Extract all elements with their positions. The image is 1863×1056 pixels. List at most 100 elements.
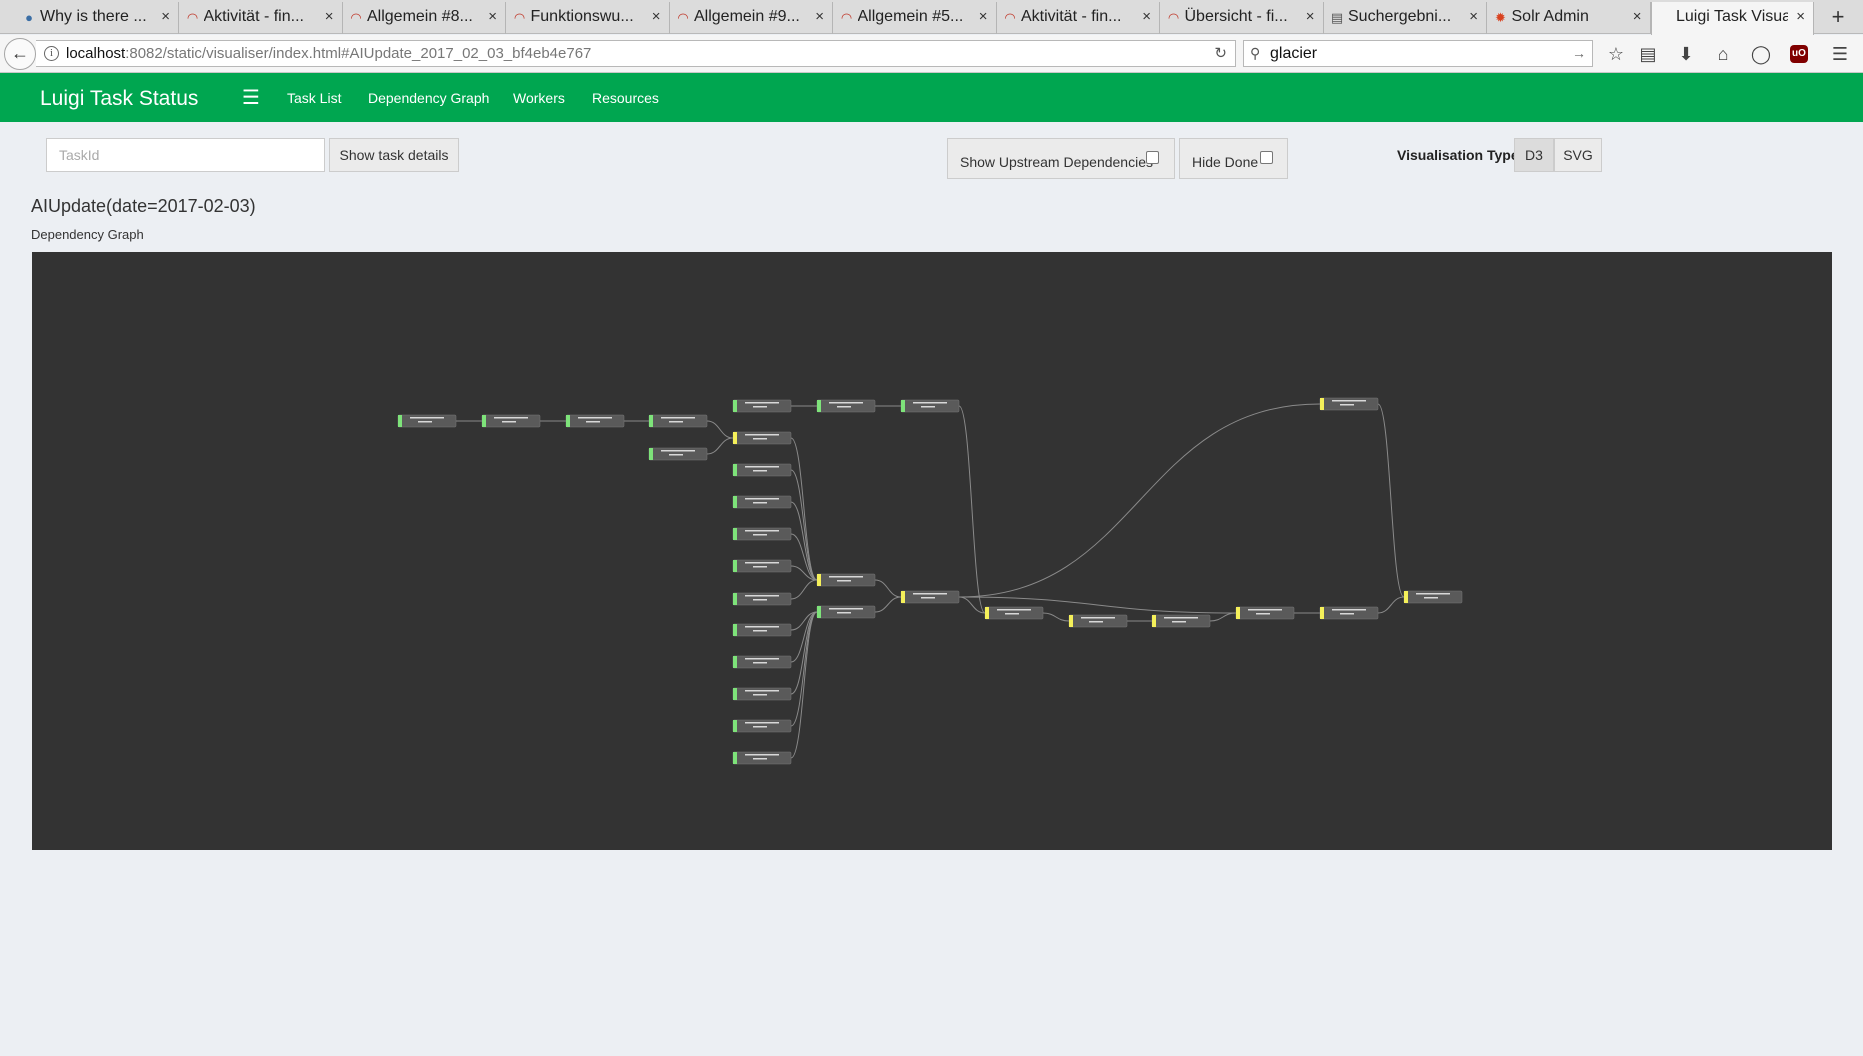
graph-node[interactable]: [984, 606, 1044, 620]
back-button[interactable]: ←: [4, 38, 36, 70]
graph-edge: [958, 403, 1321, 598]
browser-tab[interactable]: ◠ Allgemein #8... ×: [343, 2, 506, 34]
browser-tab[interactable]: Luigi Task Visua... ×: [1651, 2, 1814, 35]
bookmark-star-icon[interactable]: ☆: [1604, 42, 1628, 66]
graph-node[interactable]: [1319, 606, 1379, 620]
browser-tab[interactable]: ◠ Allgemein #9... ×: [670, 2, 833, 34]
graph-node[interactable]: [732, 463, 792, 477]
vis-svg-button[interactable]: SVG: [1554, 138, 1602, 172]
graph-node[interactable]: [481, 414, 541, 428]
atlassian-icon: ◠: [840, 10, 853, 25]
close-tab-icon[interactable]: ×: [1469, 2, 1478, 32]
graph-node[interactable]: [732, 527, 792, 541]
browser-tab[interactable]: ✹ Solr Admin ×: [1488, 2, 1651, 34]
hide-done-checkbox[interactable]: [1260, 151, 1273, 164]
close-tab-icon[interactable]: ×: [979, 2, 988, 32]
dependency-graph-svg: [397, 397, 1463, 765]
hamburger-menu-icon[interactable]: ☰: [1828, 42, 1852, 66]
graph-node[interactable]: [900, 590, 960, 604]
graph-node[interactable]: [732, 431, 792, 445]
graph-node-status-line: [1089, 621, 1103, 623]
graph-node[interactable]: [1319, 397, 1379, 411]
graph-node[interactable]: [1151, 614, 1211, 628]
graph-node[interactable]: [565, 414, 625, 428]
graph-node-status-bar: [1320, 607, 1324, 619]
info-icon[interactable]: i: [44, 46, 59, 61]
reload-icon[interactable]: ↻: [1214, 41, 1227, 66]
graph-node[interactable]: [732, 655, 792, 669]
graph-node[interactable]: [900, 399, 960, 413]
app-brand[interactable]: Luigi Task Status: [40, 87, 198, 111]
graph-node[interactable]: [648, 414, 708, 428]
close-tab-icon[interactable]: ×: [1633, 2, 1642, 32]
dependency-graph-canvas[interactable]: [32, 252, 1832, 850]
graph-edge: [706, 420, 734, 439]
download-icon[interactable]: ⬇: [1674, 42, 1698, 66]
close-tab-icon[interactable]: ×: [161, 2, 170, 32]
graph-node[interactable]: [1235, 606, 1295, 620]
show-upstream-toggle[interactable]: Show Upstream Dependencies: [947, 138, 1175, 179]
graph-node-status-line: [753, 438, 767, 440]
nav-workers[interactable]: Workers: [513, 90, 565, 106]
visualisation-type-label: Visualisation Type: [1397, 147, 1519, 163]
go-arrow-icon[interactable]: →: [1572, 41, 1586, 66]
browser-tab[interactable]: ◠ Funktionswu... ×: [507, 2, 670, 34]
tab-title: Suchergebni...: [1348, 8, 1452, 25]
graph-node[interactable]: [648, 447, 708, 461]
browser-tab[interactable]: ◠ Aktivität - fin... ×: [997, 2, 1160, 34]
nav-task-list[interactable]: Task List: [287, 90, 341, 106]
close-tab-icon[interactable]: ×: [1142, 2, 1151, 32]
url-path: :8082/static/visualiser/index.html#AIUpd…: [125, 45, 592, 62]
graph-node[interactable]: [816, 573, 876, 587]
graph-node-status-bar: [398, 415, 402, 427]
graph-node-status-line: [753, 406, 767, 408]
graph-node[interactable]: [816, 399, 876, 413]
nav-dependency-graph[interactable]: Dependency Graph: [368, 90, 489, 106]
graph-node[interactable]: [732, 559, 792, 573]
graph-node-status-line: [753, 599, 767, 601]
graph-node[interactable]: [732, 719, 792, 733]
atlassian-icon: ◠: [677, 10, 689, 25]
graph-node-status-bar: [649, 415, 653, 427]
taskid-input[interactable]: [46, 138, 325, 172]
close-tab-icon[interactable]: ×: [1306, 2, 1315, 32]
close-tab-icon[interactable]: ×: [815, 2, 824, 32]
show-task-details-button[interactable]: Show task details: [329, 138, 459, 172]
browser-tab-bar: ● Why is there ... × ◠ Aktivität - fin... × ◠ A…: [0, 0, 1863, 35]
show-upstream-checkbox[interactable]: [1146, 151, 1159, 164]
graph-node[interactable]: [732, 399, 792, 413]
close-tab-icon[interactable]: ×: [488, 2, 497, 32]
graph-node-label-line: [829, 576, 863, 578]
new-tab-button[interactable]: +: [1818, 2, 1858, 32]
graph-node[interactable]: [397, 414, 457, 428]
reading-list-icon[interactable]: ▤: [1636, 42, 1660, 66]
graph-node[interactable]: [732, 623, 792, 637]
graph-node[interactable]: [816, 605, 876, 619]
graph-node-status-line: [837, 580, 851, 582]
graph-node[interactable]: [1068, 614, 1128, 628]
graph-node-label-line: [997, 609, 1031, 611]
ublock-icon[interactable]: uO: [1790, 45, 1808, 63]
graph-node[interactable]: [1403, 590, 1463, 604]
browser-tab[interactable]: ● Why is there ... ×: [16, 2, 179, 34]
url-bar[interactable]: i localhost:8082/static/visualiser/index…: [36, 40, 1236, 67]
browser-tab[interactable]: ◠ Übersicht - fi... ×: [1161, 2, 1324, 34]
search-input[interactable]: ⚲ glacier →: [1243, 40, 1593, 67]
graph-node[interactable]: [732, 687, 792, 701]
vis-d3-button[interactable]: D3: [1514, 138, 1554, 172]
close-tab-icon[interactable]: ×: [325, 2, 334, 32]
browser-tab[interactable]: ◠ Allgemein #5... ×: [834, 2, 997, 34]
browser-tab[interactable]: ▤ Suchergebni... ×: [1324, 2, 1487, 34]
menu-icon[interactable]: ☰: [242, 85, 260, 110]
browser-tab[interactable]: ◠ Aktivität - fin... ×: [180, 2, 343, 34]
graph-node-status-bar: [985, 607, 989, 619]
graph-node[interactable]: [732, 751, 792, 765]
graph-node-status-bar: [482, 415, 486, 427]
close-tab-icon[interactable]: ×: [652, 2, 661, 32]
pocket-icon[interactable]: ◯: [1749, 42, 1773, 66]
graph-node[interactable]: [732, 592, 792, 606]
close-tab-icon[interactable]: ×: [1796, 2, 1805, 32]
home-icon[interactable]: ⌂: [1711, 42, 1735, 66]
nav-resources[interactable]: Resources: [592, 90, 659, 106]
graph-node[interactable]: [732, 495, 792, 509]
